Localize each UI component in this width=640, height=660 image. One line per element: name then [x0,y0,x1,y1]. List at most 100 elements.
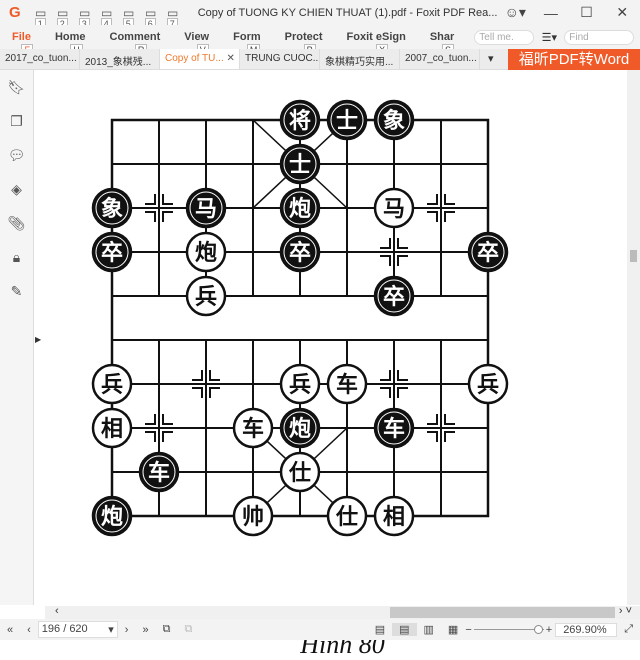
close-button[interactable]: ✕ [604,4,640,21]
foxit-logo-icon: G [9,4,21,21]
continuous-facing-icon[interactable]: ▦ [441,623,465,636]
zoom-in-button[interactable]: + [546,624,552,636]
tell-me-input[interactable]: Tell me. [474,29,535,45]
horizontal-scrollbar[interactable]: ‹ › ˅ [45,605,640,619]
single-page-icon[interactable]: ▤ [368,623,392,636]
account-icon[interactable]: ☺▾ [497,4,533,21]
chess-piece[interactable]: 车 [232,407,274,449]
last-page-button[interactable]: » [135,624,155,636]
ad-banner[interactable]: 福昕PDF转Word [508,49,640,70]
minimize-button[interactable]: — [533,5,569,21]
close-tab-icon[interactable]: ✕ [227,53,235,64]
chess-piece[interactable]: 兵 [185,275,227,317]
comments-icon[interactable]: 💬︎ [0,138,33,172]
svg-text:炮: 炮 [289,196,311,222]
zoom-slider-handle[interactable] [533,625,543,634]
page-number-input[interactable]: 196 / 620 ▾ [37,621,118,638]
first-page-button[interactable]: « [0,624,20,636]
save-icon[interactable]: ▭ 2 [52,6,74,30]
ribbon-tab[interactable]: Foxit eSignX [335,31,418,56]
svg-text:兵: 兵 [195,285,217,310]
chess-piece[interactable]: 车 [373,407,415,449]
fullscreen-icon[interactable]: ⤢ [617,623,640,636]
chess-piece[interactable]: 卒 [467,231,509,273]
tabs-dropdown-icon[interactable]: ▾ [480,49,502,69]
zoom-level-input[interactable]: 269.90% [555,622,618,637]
chess-piece[interactable]: 卒 [91,231,133,273]
chess-piece[interactable]: 仕 [326,495,368,537]
document-tab[interactable]: 2013_象棋残... [80,49,160,69]
chess-piece[interactable]: 炮 [185,231,227,273]
document-tab[interactable]: 2017_co_tuon... [0,49,80,69]
facing-page-icon[interactable]: ▥ [417,623,441,636]
chess-piece[interactable]: 象 [373,99,415,141]
attachment-icon[interactable]: 📎︎ [0,206,33,240]
chess-piece[interactable]: 卒 [373,275,415,317]
signature-icon[interactable]: ✎ [0,274,33,308]
next-page-button[interactable]: › [118,624,136,636]
chess-piece[interactable]: 士 [326,99,368,141]
status-bar: « ‹ 196 / 620 ▾ › » ⧉ ⧉ ▤ ▤ ▥ ▦ − + 269.9… [0,619,640,640]
document-tab[interactable]: 象棋精巧实用... [320,49,400,69]
ribbon-tab[interactable]: FormM [221,31,273,56]
document-tab[interactable]: Copy of TU... ✕ [160,49,240,69]
left-sidebar: 🔖︎ ❐ 💬︎ ◈ 📎︎ 🔒︎ ✎ ▶ [0,70,41,605]
ribbon-tab-label: Protect [284,31,323,43]
chess-piece[interactable]: 车 [326,363,368,405]
chess-piece[interactable]: 相 [373,495,415,537]
svg-text:车: 车 [148,460,170,486]
continuous-page-icon[interactable]: ▤ [392,623,417,636]
undo-icon[interactable]: ▭ 5 [118,6,140,30]
svg-text:兵: 兵 [101,373,123,398]
chess-piece[interactable]: 士 [279,143,321,185]
chess-piece[interactable]: 炮 [91,495,133,537]
find-options-icon[interactable]: ☰▾ [534,31,564,44]
ribbon-tab[interactable]: SharS [418,31,466,56]
stamp-icon[interactable]: ▭ 7 [162,6,184,30]
tab-label: 象棋精巧实用... [325,57,394,68]
chess-piece[interactable]: 炮 [279,407,321,449]
chess-piece[interactable]: 将 [279,99,321,141]
chess-piece[interactable]: 仕 [279,451,321,493]
chess-piece[interactable]: 炮 [279,187,321,229]
layers-icon[interactable]: ◈ [0,172,33,206]
vertical-scrollbar[interactable] [627,70,640,605]
chess-piece[interactable]: 兵 [91,363,133,405]
document-tab[interactable]: TRUNG CUOC... [240,49,320,69]
ribbon-tab[interactable]: FileF [0,31,43,56]
ribbon-tab[interactable]: CommentR [98,31,173,56]
chess-piece[interactable]: 兵 [467,363,509,405]
rotate-icon[interactable]: ⧉ [156,623,178,636]
chess-piece[interactable]: 车 [138,451,180,493]
ribbon-tab-label: Home [54,31,86,43]
horizontal-scroll-thumb[interactable] [390,607,615,618]
zoom-out-button[interactable]: − [465,624,471,636]
document-tab[interactable]: 2007_co_tuon... [400,49,480,69]
chess-piece[interactable]: 象 [91,187,133,229]
redo-icon[interactable]: ▭ 6 [140,6,162,30]
svg-text:帅: 帅 [242,505,264,530]
chess-piece[interactable]: 兵 [279,363,321,405]
pages-icon[interactable]: ❐ [0,104,33,138]
svg-text:炮: 炮 [289,416,311,442]
ribbon-tab[interactable]: HomeH [43,31,98,56]
open-icon[interactable]: ▭ 1 [30,6,52,30]
chess-piece[interactable]: 卒 [279,231,321,273]
chess-piece[interactable]: 相 [91,407,133,449]
chess-piece[interactable]: 马 [185,187,227,229]
bookmark-icon[interactable]: 🔖︎ [0,70,33,104]
prev-page-button[interactable]: ‹ [20,624,38,636]
find-input[interactable]: Find [564,29,635,45]
ribbon-tab[interactable]: ProtectP [273,31,335,56]
security-icon[interactable]: 🔒︎ [0,240,33,274]
chess-piece[interactable]: 马 [373,187,415,229]
maximize-button[interactable]: ☐ [569,4,605,21]
ribbon-tab[interactable]: ViewV [172,31,221,56]
expand-panel-icon[interactable]: ▶ [35,335,41,344]
chess-piece[interactable]: 帅 [232,495,274,537]
print-icon[interactable]: ▭ 3 [74,6,96,30]
new-icon[interactable]: ▭ 4 [96,6,118,30]
extract-icon[interactable]: ⧉ [177,623,199,636]
zoom-slider[interactable] [473,625,544,634]
vertical-scroll-thumb[interactable] [630,250,637,262]
